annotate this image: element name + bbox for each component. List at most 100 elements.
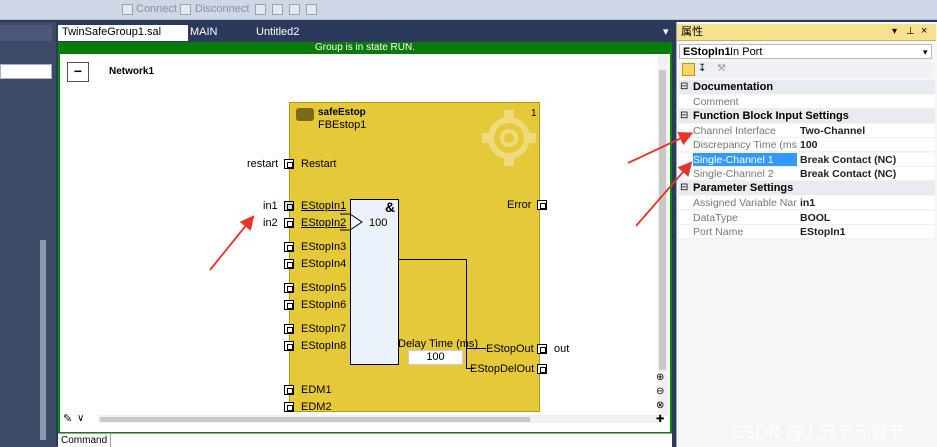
- port-icon[interactable]: [284, 259, 294, 269]
- tab-dropdown-icon[interactable]: ▾: [659, 25, 673, 41]
- close-icon[interactable]: ×: [921, 25, 927, 37]
- chevron-down-icon[interactable]: ▾: [923, 46, 928, 58]
- property-value[interactable]: Break Contact (NC): [800, 154, 896, 166]
- property-value[interactable]: Two-Channel: [800, 125, 865, 137]
- disconnect-button[interactable]: Disconnect: [195, 3, 249, 16]
- port-icon[interactable]: [284, 324, 294, 334]
- property-row-channel-interface[interactable]: Channel Interface Two-Channel: [679, 124, 935, 138]
- delay-time-input[interactable]: 100: [408, 350, 463, 365]
- property-name: Channel Interface: [693, 125, 776, 137]
- solution-explorer-panel: [0, 22, 56, 447]
- property-name: Assigned Variable Nam: [693, 197, 797, 209]
- connect-button[interactable]: Connect: [136, 3, 177, 16]
- property-name: Single-Channel 2: [693, 168, 774, 180]
- property-value[interactable]: EStopIn1: [800, 226, 846, 238]
- editor-mode-icon[interactable]: ✎: [63, 413, 72, 425]
- toolbar-icon-2[interactable]: [272, 4, 283, 15]
- disconnect-icon[interactable]: [180, 4, 191, 15]
- toolbar-icon-4[interactable]: [306, 4, 317, 15]
- toolbar-icon-1[interactable]: [255, 4, 266, 15]
- panel-dropdown-icon[interactable]: ▾: [892, 26, 897, 38]
- port-edm2[interactable]: EDM2: [301, 401, 332, 413]
- port-estopin5[interactable]: EStopIn5: [301, 282, 346, 294]
- editor-tab-bar: TwinSafeGroup1.sal × MAIN Untitled2 ▾: [58, 22, 672, 42]
- property-row-single-channel-1[interactable]: Single-Channel 1 Break Contact (NC): [679, 153, 935, 167]
- solution-search-input[interactable]: [0, 64, 52, 79]
- properties-title: 属性: [681, 26, 703, 38]
- port-estopin1[interactable]: EStopIn1: [301, 200, 346, 212]
- port-estopdelout[interactable]: EStopDelOut: [470, 363, 534, 375]
- property-row-comment[interactable]: Comment: [679, 95, 935, 109]
- category-documentation[interactable]: Documentation: [679, 80, 935, 94]
- port-estopin4[interactable]: EStopIn4: [301, 258, 346, 270]
- port-estopin3[interactable]: EStopIn3: [301, 241, 346, 253]
- port-icon[interactable]: [284, 283, 294, 293]
- property-value[interactable]: BOOL: [800, 212, 830, 224]
- properties-header: 属性 ▾ ⊥ ×: [677, 24, 936, 41]
- property-row-discrepancy-time[interactable]: Discrepancy Time (ms) 100: [679, 138, 935, 152]
- fb-type-name: safeEstop: [318, 107, 366, 118]
- external-var-in2[interactable]: in2: [263, 217, 278, 229]
- external-var-restart[interactable]: restart: [247, 158, 278, 170]
- category-fb-input-settings[interactable]: Function Block Input Settings: [679, 109, 935, 123]
- property-value[interactable]: in1: [800, 197, 815, 209]
- port-icon[interactable]: [284, 341, 294, 351]
- tab-twinsafegroup[interactable]: TwinSafeGroup1.sal: [58, 25, 188, 41]
- tab-untitled2[interactable]: Untitled2: [252, 25, 303, 41]
- network-title: Network1: [109, 66, 155, 77]
- port-estopin8[interactable]: EStopIn8: [301, 340, 346, 352]
- zoom-in-icon[interactable]: ⊕: [656, 372, 664, 384]
- property-object-selector[interactable]: EStopIn1 In Port ▾: [679, 44, 932, 59]
- property-row-datatype[interactable]: DataType BOOL: [679, 211, 935, 225]
- port-icon[interactable]: [284, 201, 294, 211]
- wire: [399, 259, 467, 260]
- selected-object-name: EStopIn1: [683, 46, 731, 58]
- zoom-out-icon[interactable]: ⊖: [656, 386, 664, 398]
- port-icon[interactable]: [537, 200, 547, 210]
- solution-scrollbar[interactable]: [40, 240, 46, 440]
- port-restart[interactable]: Restart: [301, 158, 336, 170]
- port-icon[interactable]: [537, 364, 547, 374]
- property-name: Single-Channel 1: [693, 153, 797, 166]
- external-var-in1[interactable]: in1: [263, 200, 278, 212]
- port-edm1[interactable]: EDM1: [301, 384, 332, 396]
- port-icon[interactable]: [284, 300, 294, 310]
- port-estopin6[interactable]: EStopIn6: [301, 299, 346, 311]
- pin-icon[interactable]: ⊥: [906, 26, 915, 38]
- port-icon[interactable]: [284, 159, 294, 169]
- connect-icon[interactable]: [122, 4, 133, 15]
- property-row-port-name[interactable]: Port Name EStopIn1: [679, 225, 935, 239]
- tab-main[interactable]: MAIN: [186, 25, 222, 41]
- gear-watermark-icon: [482, 110, 536, 166]
- tab-close-icon[interactable]: ×: [170, 25, 184, 41]
- editor-horizontal-scroll-thumb[interactable]: [100, 417, 530, 422]
- property-row-single-channel-2[interactable]: Single-Channel 2 Break Contact (NC): [679, 167, 935, 181]
- alphabetical-sort-icon[interactable]: ↧: [698, 63, 706, 75]
- port-estopin7[interactable]: EStopIn7: [301, 323, 346, 335]
- command-input[interactable]: [110, 434, 670, 447]
- property-pages-icon[interactable]: ⚒: [717, 63, 726, 75]
- port-icon[interactable]: [284, 218, 294, 228]
- zoom-fit-icon[interactable]: ⊗: [656, 400, 664, 412]
- editor-vertical-scroll-thumb[interactable]: [659, 70, 666, 370]
- port-icon[interactable]: [537, 344, 547, 354]
- port-icon[interactable]: [284, 242, 294, 252]
- property-value[interactable]: Break Contact (NC): [800, 168, 896, 180]
- csdn-watermark: CSDN @上元节元宵节: [732, 423, 905, 443]
- toolbar-icon-3[interactable]: [289, 4, 300, 15]
- editor-check-icon[interactable]: ∨: [77, 413, 84, 425]
- property-row-assigned-variable[interactable]: Assigned Variable Nam in1: [679, 196, 935, 210]
- port-estopout[interactable]: EStopOut: [486, 343, 534, 355]
- port-error[interactable]: Error: [507, 199, 531, 211]
- property-value[interactable]: 100: [800, 139, 818, 151]
- solution-explorer-header: [0, 25, 52, 41]
- external-var-out[interactable]: out: [554, 343, 569, 355]
- port-icon[interactable]: [284, 385, 294, 395]
- pan-icon[interactable]: ✚: [656, 414, 664, 426]
- property-name: Port Name: [693, 226, 744, 238]
- port-icon[interactable]: [284, 402, 294, 412]
- collapse-network-button[interactable]: −: [67, 62, 89, 82]
- and-symbol: &: [385, 199, 396, 215]
- categorized-view-icon[interactable]: [682, 63, 695, 76]
- category-parameter-settings[interactable]: Parameter Settings: [679, 181, 935, 195]
